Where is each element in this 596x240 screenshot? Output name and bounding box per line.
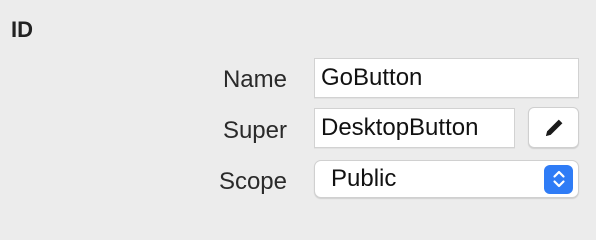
super-label: Super: [222, 117, 287, 144]
edit-super-button[interactable]: [528, 107, 579, 148]
pencil-icon: [542, 116, 566, 140]
name-field[interactable]: GoButton: [314, 58, 579, 98]
popup-stepper: [544, 164, 573, 194]
scope-popup[interactable]: Public: [314, 160, 579, 198]
scope-popup-value: Public: [331, 165, 397, 192]
scope-label: Scope: [218, 168, 287, 195]
name-label: Name: [222, 66, 287, 93]
id-section-title: ID: [11, 17, 33, 42]
chevron-up-down-icon: [552, 169, 566, 189]
super-field[interactable]: DesktopButton: [314, 108, 515, 148]
